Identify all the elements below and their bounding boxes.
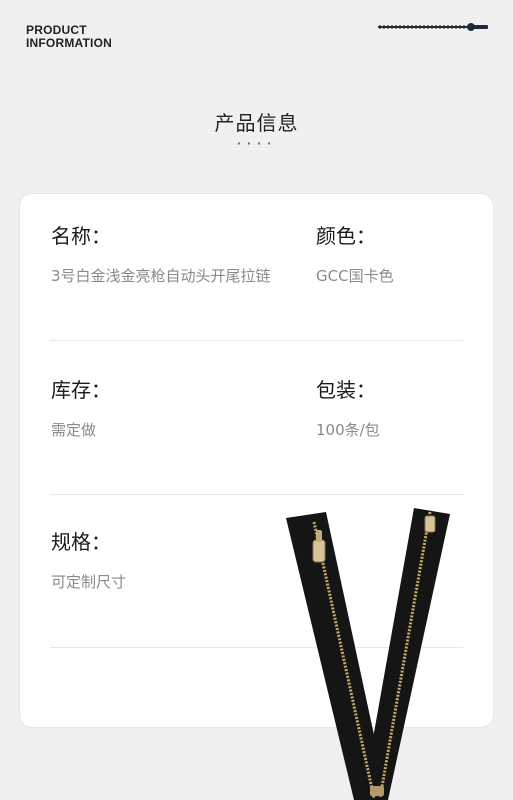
field-stock-label: 库存：	[51, 378, 111, 402]
field-packaging: 包装： 100条/包	[316, 378, 380, 440]
row-divider	[50, 340, 463, 341]
brand-line-information: INFORMATION	[26, 36, 112, 50]
field-packaging-value: 100条/包	[316, 421, 380, 439]
title-dots: ····	[236, 134, 277, 153]
row-divider	[50, 494, 463, 495]
info-row-1: 名称： 3号白金浅金亮枪自动头开尾拉链 颜色： GCC国卡色	[20, 224, 493, 374]
field-spec-value: 可定制尺寸	[51, 573, 127, 591]
field-stock-value: 需定做	[51, 421, 97, 439]
field-color-value: GCC国卡色	[316, 267, 394, 285]
field-color-label: 颜色：	[316, 224, 376, 248]
field-name-value: 3号白金浅金亮枪自动头开尾拉链	[51, 267, 271, 285]
field-color: 颜色： GCC国卡色	[316, 224, 394, 286]
field-name: 名称： 3号白金浅金亮枪自动头开尾拉链	[51, 224, 271, 286]
field-stock: 库存： 需定做	[51, 378, 111, 440]
zipper-product-image	[286, 508, 450, 800]
field-spec-label: 规格：	[51, 530, 111, 554]
field-name-label: 名称：	[51, 224, 111, 248]
field-spec: 规格： 可定制尺寸	[51, 530, 126, 592]
zipper-decoration-icon	[378, 23, 488, 31]
page-title: 产品信息	[214, 111, 299, 135]
brand-heading: PRODUCT INFORMATION	[26, 24, 112, 50]
field-packaging-label: 包装：	[316, 378, 376, 402]
